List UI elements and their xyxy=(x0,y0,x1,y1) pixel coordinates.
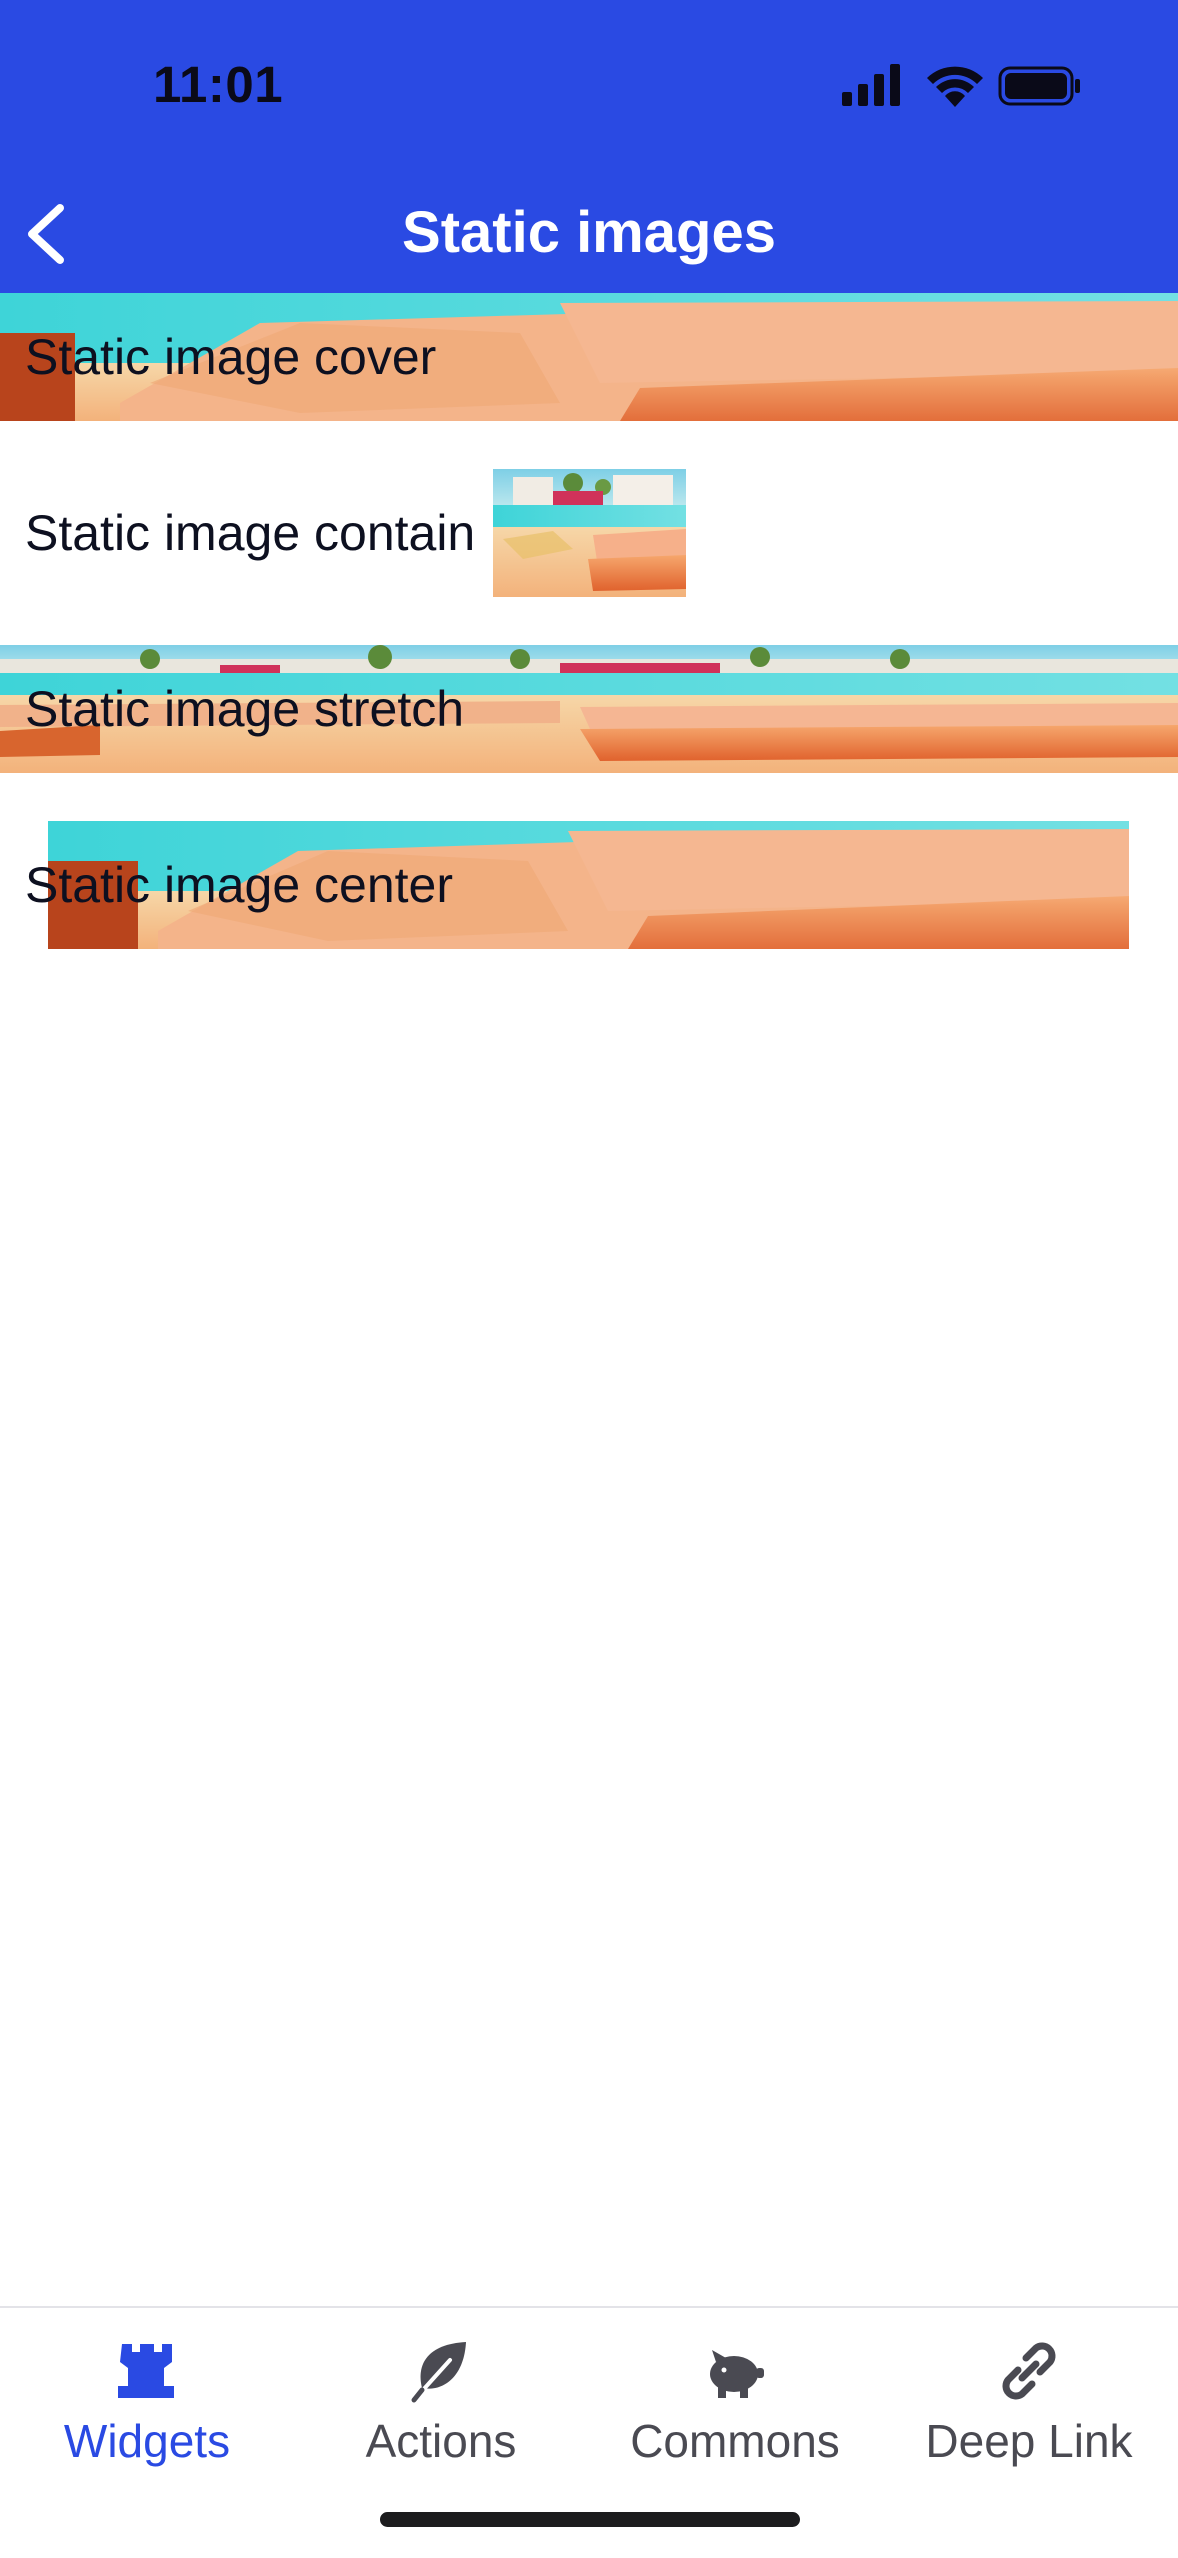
tab-commons[interactable]: Commons xyxy=(588,2328,882,2478)
status-time: 11:01 xyxy=(153,56,284,113)
rook-icon xyxy=(118,2344,174,2398)
page-title: Static images xyxy=(402,200,776,265)
tab-widgets[interactable]: Widgets xyxy=(0,2328,294,2478)
home-indicator xyxy=(380,2512,800,2527)
static-image-cover-row: Static image cover xyxy=(0,293,1178,421)
static-image-stretch-row: Static image stretch xyxy=(0,645,1178,773)
link-icon xyxy=(1002,2342,1056,2400)
pool-image-contain xyxy=(493,469,686,597)
row-label: Static image center xyxy=(25,857,453,913)
leaf-icon xyxy=(411,2342,466,2403)
top-bar: 11:01 Static images xyxy=(0,0,1178,293)
static-image-center-row: Static image center xyxy=(0,821,1178,949)
row-label: Static image stretch xyxy=(25,681,465,737)
wifi-icon xyxy=(927,66,983,107)
tab-actions[interactable]: Actions xyxy=(294,2328,588,2478)
battery-icon xyxy=(998,66,1080,106)
row-label: Static image cover xyxy=(25,329,437,385)
signal-icon xyxy=(842,64,900,106)
static-image-contain-row: Static image contain xyxy=(0,469,1178,597)
piggy-bank-icon xyxy=(710,2350,764,2398)
row-label: Static image contain xyxy=(25,505,476,561)
tab-deep-link[interactable]: Deep Link xyxy=(882,2328,1176,2478)
status-icons xyxy=(842,60,1082,112)
